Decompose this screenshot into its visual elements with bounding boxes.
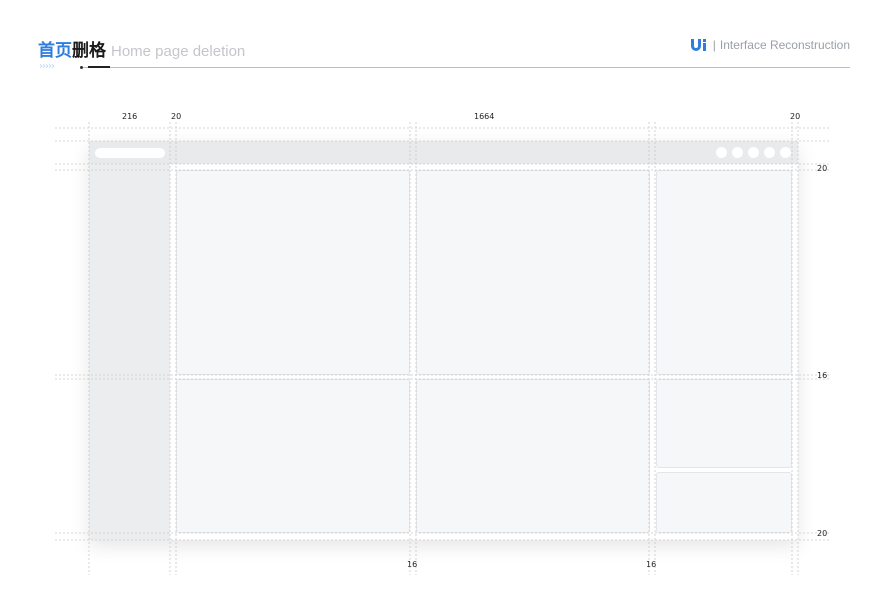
dim-col-gap-1: 16: [407, 560, 418, 569]
dim-row-gap: 16: [817, 371, 828, 380]
dim-col-gap-2: 16: [646, 560, 657, 569]
dim-bottom-gap: 20: [817, 529, 828, 538]
dim-top-gap: 20: [817, 164, 828, 173]
dim-sidebar-width: 216: [122, 112, 138, 121]
dim-left-gap: 20: [171, 112, 182, 121]
dim-content-width: 1664: [474, 112, 495, 121]
dim-right-gap: 20: [790, 112, 801, 121]
grid-guides: [55, 122, 830, 575]
